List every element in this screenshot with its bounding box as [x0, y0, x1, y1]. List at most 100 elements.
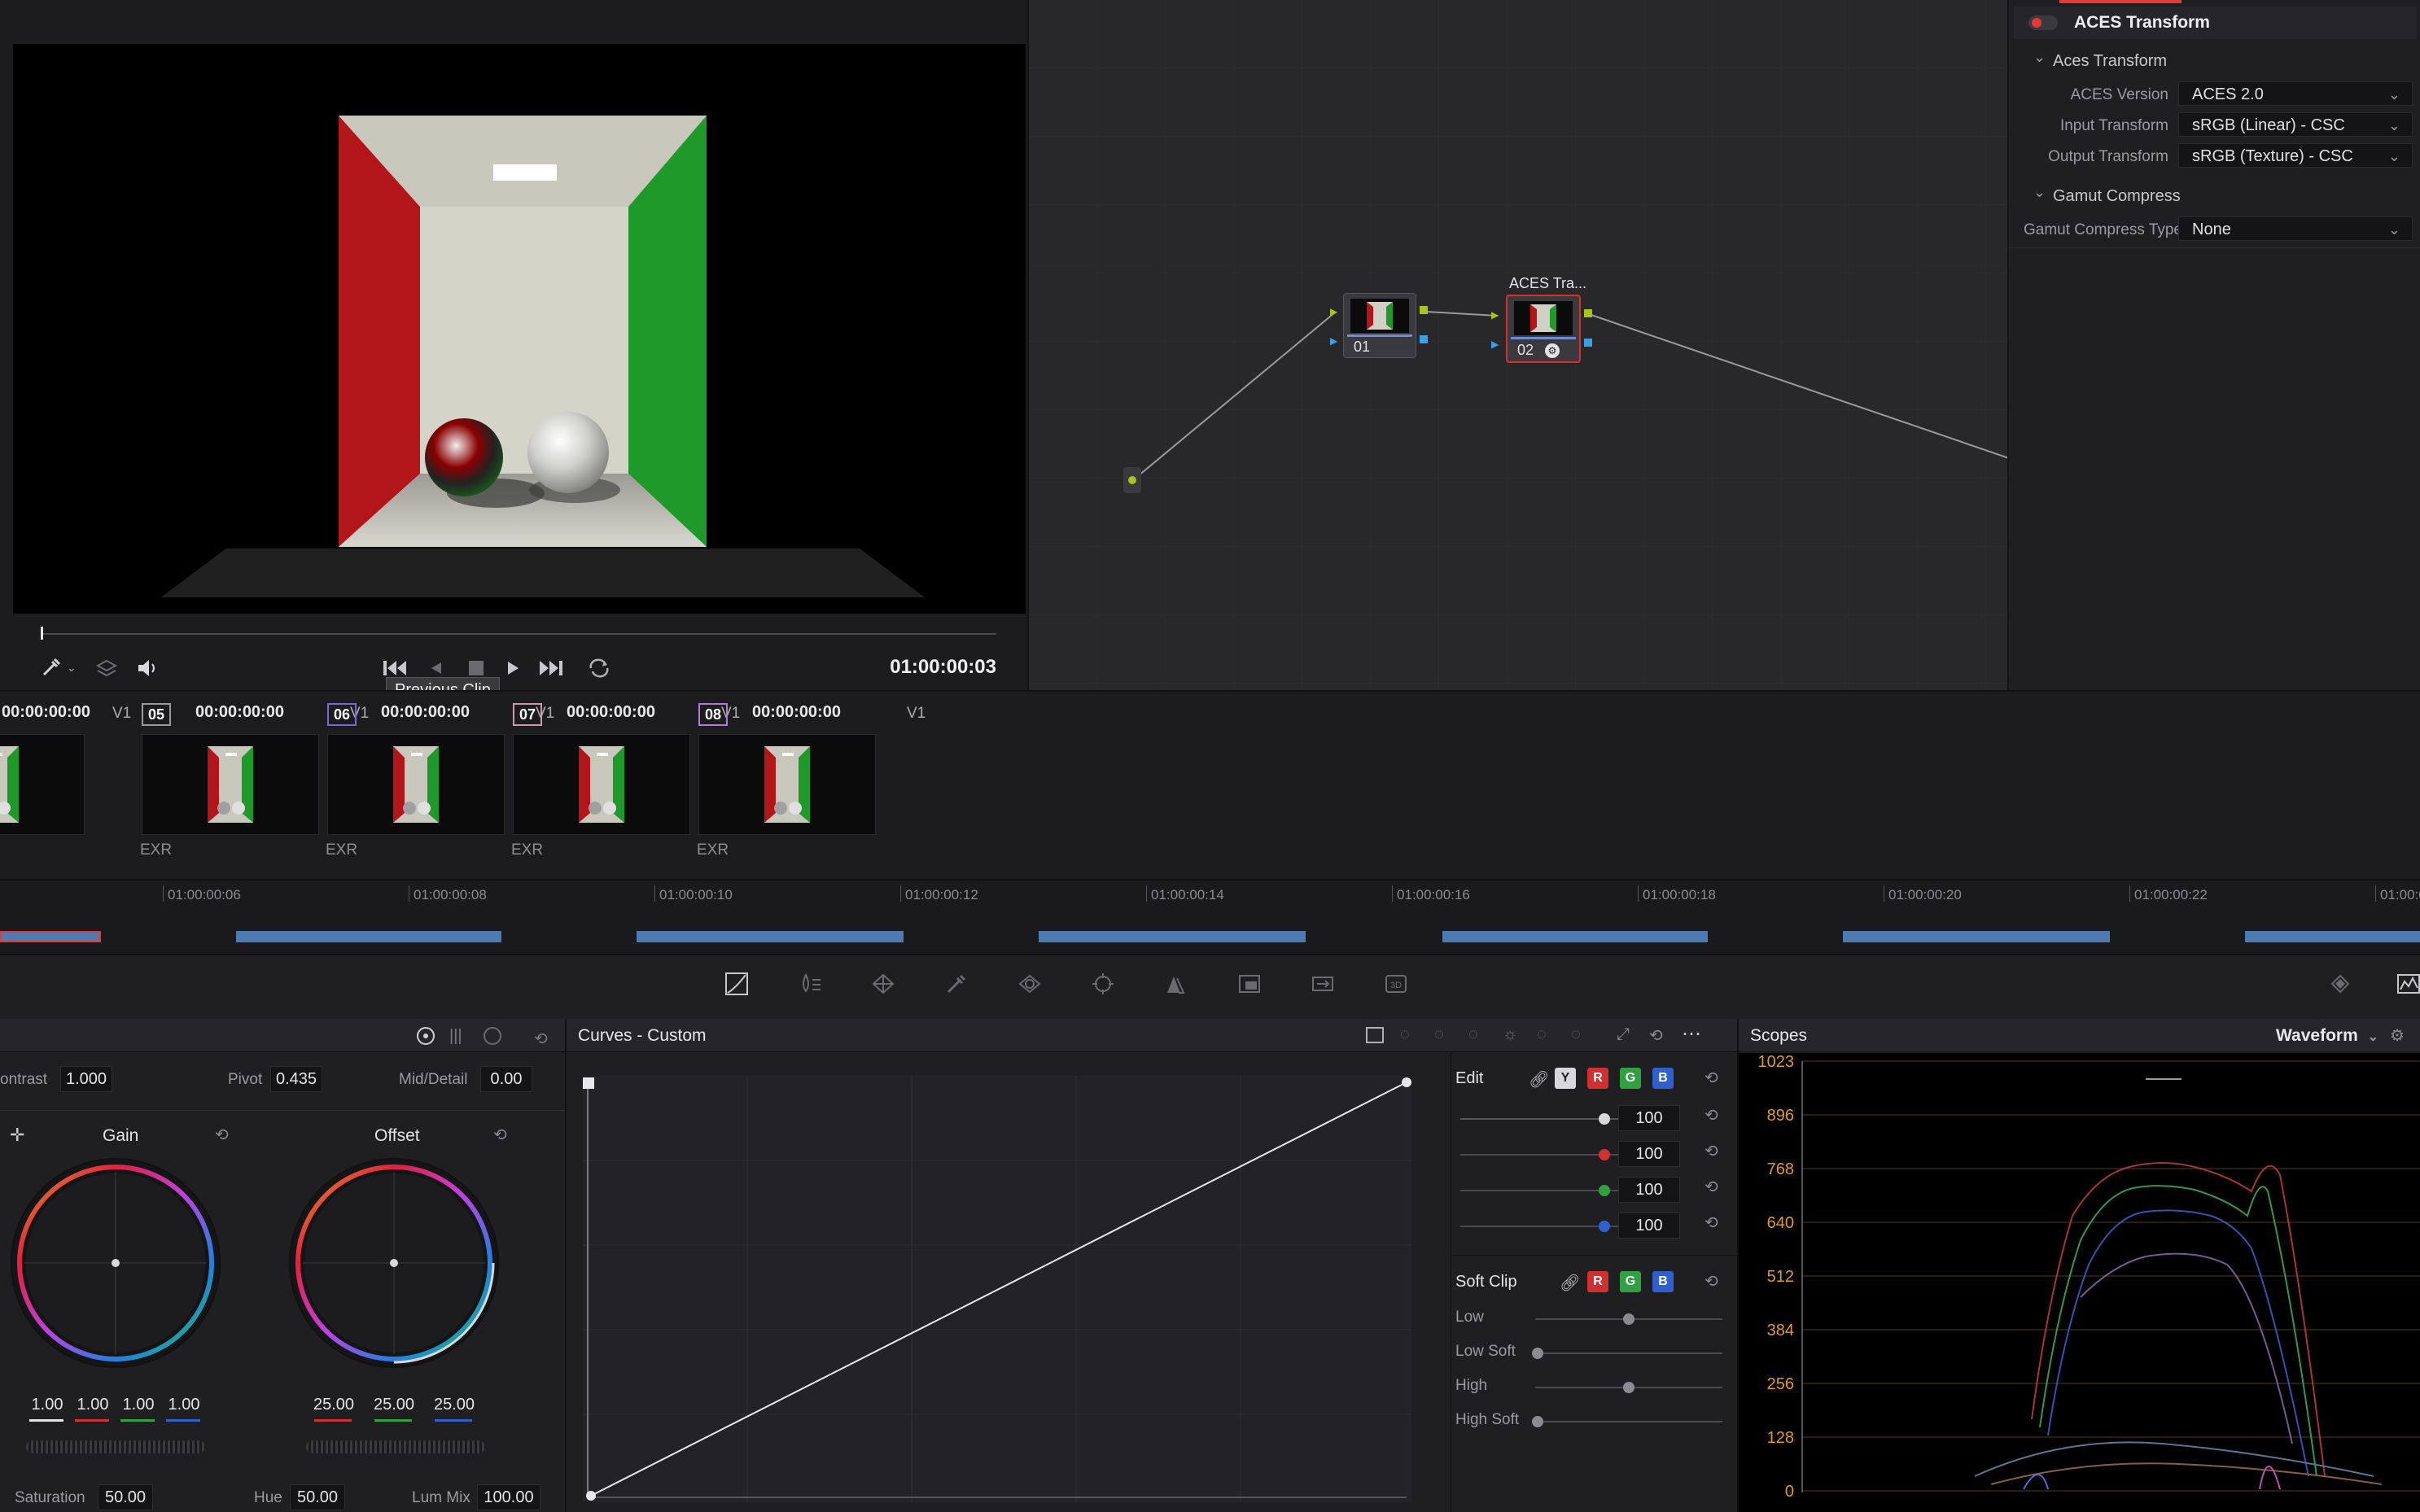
- reset-icon[interactable]: ⟲: [1705, 1105, 1718, 1125]
- timeline-clip-current[interactable]: [0, 931, 101, 942]
- clip-thumbnail[interactable]: [513, 734, 690, 835]
- custom-curve-icon[interactable]: [1366, 1027, 1384, 1043]
- eyedropper-icon[interactable]: [39, 655, 63, 680]
- log-mode-icon[interactable]: [484, 1027, 501, 1045]
- gain-wheel[interactable]: [8, 1156, 223, 1370]
- output-transform-dropdown[interactable]: sRGB (Texture) - CSC ⌄: [2178, 143, 2413, 168]
- sat-vs-sat-icon[interactable]: ◌: [1537, 1025, 1547, 1044]
- reset-icon[interactable]: ⟲: [1705, 1068, 1718, 1088]
- saturation-field[interactable]: 50.00: [98, 1484, 153, 1510]
- chevron-down-icon[interactable]: ⌄: [2033, 184, 2046, 201]
- chevron-down-icon[interactable]: ⌄: [2033, 49, 2046, 66]
- color-warper-icon[interactable]: [798, 972, 822, 996]
- gain-y-field[interactable]: 1.00: [26, 1392, 68, 1418]
- reset-icon[interactable]: ⟲: [1649, 1025, 1663, 1046]
- scopes-toggle-icon[interactable]: [2396, 972, 2420, 996]
- curves-palette-icon[interactable]: [724, 972, 749, 996]
- timeline-clip[interactable]: [637, 931, 904, 942]
- timeline-clip[interactable]: [2245, 931, 2420, 942]
- node-editor[interactable]: 01 ▶ ▶ ACES Tra... 02 ⚙ ▶ ▶: [1027, 0, 2009, 690]
- hue-field[interactable]: 50.00: [290, 1484, 345, 1510]
- clip-thumbnail[interactable]: [327, 734, 505, 835]
- reset-icon[interactable]: ⟲: [1705, 1213, 1718, 1233]
- timeline-clip[interactable]: [1442, 931, 1708, 942]
- offset-g-field[interactable]: 25.00: [366, 1392, 422, 1418]
- more-options-icon[interactable]: ⋯: [1682, 1022, 1701, 1046]
- window-icon[interactable]: [1017, 972, 1042, 996]
- playhead-marker[interactable]: [41, 627, 43, 640]
- g-intensity-field[interactable]: 100: [1618, 1177, 1680, 1203]
- contrast-field[interactable]: 1.000: [60, 1066, 112, 1092]
- timeline-clip[interactable]: [1039, 931, 1306, 942]
- scrubber-track[interactable]: [41, 633, 996, 635]
- stop-icon[interactable]: [466, 658, 487, 679]
- scope-mode-dropdown[interactable]: Waveform ⌄: [2276, 1026, 2378, 1046]
- slider-knob[interactable]: [1599, 1221, 1610, 1232]
- volume-icon[interactable]: [135, 656, 160, 680]
- channel-y-chip[interactable]: Y: [1555, 1068, 1576, 1089]
- scope-settings-icon[interactable]: ⚙: [2390, 1025, 2405, 1046]
- sat-vs-lum-icon[interactable]: ◌: [1571, 1025, 1581, 1044]
- picker-plus-icon[interactable]: ✛: [10, 1125, 24, 1146]
- gain-b-field[interactable]: 1.00: [163, 1392, 205, 1418]
- softclip-r-chip[interactable]: R: [1587, 1271, 1608, 1292]
- gain-master-wheel[interactable]: [26, 1440, 205, 1453]
- wheels-mode-icon[interactable]: [417, 1027, 435, 1045]
- section-gamut-compress[interactable]: Gamut Compress: [2053, 187, 2181, 206]
- 3d-icon[interactable]: 3D: [1384, 972, 1408, 996]
- play-icon[interactable]: [503, 656, 523, 680]
- slider-knob[interactable]: [1599, 1185, 1610, 1196]
- node-output-rgb[interactable]: [1420, 306, 1428, 314]
- lowsoft-slider[interactable]: [1535, 1352, 1722, 1354]
- node-output-alpha[interactable]: [1420, 335, 1428, 343]
- reset-icon[interactable]: ⟲: [215, 1125, 229, 1145]
- softclip-b-chip[interactable]: B: [1652, 1271, 1674, 1292]
- clip-thumbnail[interactable]: [698, 734, 876, 835]
- slider-knob[interactable]: [1532, 1348, 1543, 1359]
- timeline-panel[interactable]: 01:00:00:06 01:00:00:08 01:00:00:10 01:00:0…: [0, 879, 2420, 954]
- slider-knob[interactable]: [1599, 1149, 1610, 1160]
- loop-icon[interactable]: [586, 656, 612, 680]
- bars-mode-icon[interactable]: |||: [449, 1027, 462, 1046]
- clip-thumbnail[interactable]: [0, 734, 85, 835]
- reset-icon[interactable]: ⟲: [534, 1029, 548, 1049]
- reset-icon[interactable]: ⟲: [493, 1125, 507, 1145]
- layers-icon[interactable]: [94, 656, 119, 680]
- gain-r-field[interactable]: 1.00: [72, 1392, 114, 1418]
- slider-knob[interactable]: [1623, 1382, 1634, 1393]
- lummix-field[interactable]: 100.00: [477, 1484, 540, 1510]
- channel-b-chip[interactable]: B: [1652, 1068, 1674, 1089]
- channel-g-chip[interactable]: G: [1620, 1068, 1641, 1089]
- input-source-node[interactable]: [1123, 467, 1141, 493]
- keyframes-icon[interactable]: [2328, 972, 2352, 996]
- viewer-canvas[interactable]: [13, 44, 1026, 614]
- qualifier-mesh-icon[interactable]: [871, 972, 895, 996]
- input-transform-dropdown[interactable]: sRGB (Linear) - CSC ⌄: [2178, 112, 2413, 137]
- enable-toggle[interactable]: [2028, 15, 2058, 30]
- softclip-g-chip[interactable]: G: [1620, 1271, 1641, 1292]
- node-input-rgb[interactable]: ▶: [1330, 306, 1337, 317]
- link-icon[interactable]: 🔗︎: [1529, 1069, 1549, 1090]
- slider-knob[interactable]: [1599, 1113, 1610, 1125]
- timeline-clip[interactable]: [1843, 931, 2110, 942]
- hue-vs-lum-icon[interactable]: ◌: [1468, 1025, 1478, 1044]
- offset-master-wheel[interactable]: [306, 1440, 485, 1453]
- slider-knob[interactable]: [1623, 1313, 1634, 1325]
- slider-knob[interactable]: [1532, 1416, 1543, 1427]
- curve-graph[interactable]: [583, 1076, 1411, 1502]
- node-input-rgb[interactable]: ▶: [1491, 309, 1499, 321]
- highsoft-slider[interactable]: [1535, 1421, 1722, 1422]
- node-02[interactable]: 02 ⚙: [1506, 295, 1581, 363]
- node-01[interactable]: 01: [1343, 293, 1416, 358]
- offset-wheel[interactable]: [287, 1156, 501, 1370]
- expand-icon[interactable]: ⤢: [1617, 1025, 1630, 1044]
- offset-r-field[interactable]: 25.00: [306, 1392, 361, 1418]
- node-input-alpha[interactable]: ▶: [1330, 335, 1337, 347]
- reset-icon[interactable]: ⟲: [1705, 1141, 1718, 1161]
- middetail-field[interactable]: 0.00: [480, 1066, 532, 1092]
- channel-r-chip[interactable]: R: [1587, 1068, 1608, 1089]
- clip-thumbnail[interactable]: [142, 734, 319, 835]
- node-output-alpha[interactable]: [1584, 339, 1592, 347]
- tracker-icon[interactable]: [1091, 972, 1115, 996]
- y-intensity-field[interactable]: 100: [1618, 1105, 1680, 1131]
